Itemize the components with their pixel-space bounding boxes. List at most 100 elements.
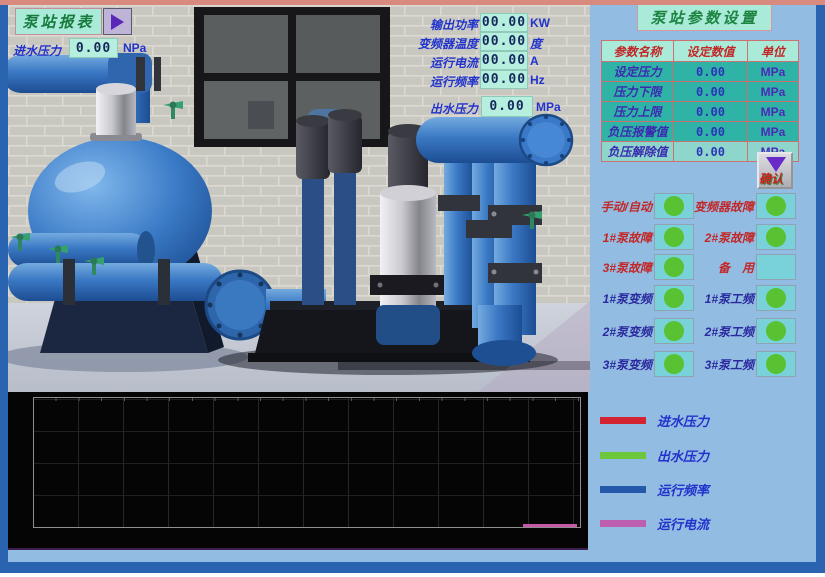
frame-top bbox=[0, 0, 825, 5]
run-frequency-label: 运行频率 bbox=[408, 73, 478, 90]
table-row: 负压报警值 0.00 MPa bbox=[602, 122, 799, 142]
pump1-mains-lamp bbox=[756, 285, 796, 311]
lamp-green bbox=[664, 321, 684, 341]
legend-label-outlet: 出水压力 bbox=[657, 446, 709, 465]
frame-bottom bbox=[0, 562, 825, 573]
table-row: 设定压力 0.00 MPa bbox=[602, 62, 799, 82]
pump2-mains-lamp bbox=[756, 318, 796, 344]
param-unit: MPa bbox=[748, 82, 799, 102]
inverter-temp-label: 变频器温度 bbox=[408, 35, 478, 52]
lamp-green bbox=[766, 288, 786, 308]
param-unit: MPa bbox=[748, 122, 799, 142]
param-value[interactable]: 0.00 bbox=[674, 122, 748, 142]
param-value[interactable]: 0.00 bbox=[674, 142, 748, 162]
param-name: 负压报警值 bbox=[602, 122, 674, 142]
pump1-fault-label: 1#泵故障 bbox=[590, 229, 652, 246]
run-frequency-unit: Hz bbox=[530, 73, 545, 87]
hmi-screen: 泵站报表 进水压力 0.00 NPa 输出功率 00.00 KW 变频器温度 0… bbox=[0, 0, 825, 577]
trend-plot-area bbox=[33, 397, 581, 528]
spare-lamp-empty bbox=[756, 254, 796, 280]
inlet-pressure-unit: NPa bbox=[123, 41, 146, 55]
pump1-vfd-lamp bbox=[654, 285, 694, 311]
legend-label-current: 运行电流 bbox=[657, 514, 709, 533]
inlet-pressure-label: 进水压力 bbox=[13, 42, 61, 59]
manual-auto-label: 手动/自动 bbox=[590, 198, 652, 215]
output-power-value: 00.00 bbox=[480, 13, 528, 32]
run-current-unit: A bbox=[530, 54, 539, 68]
lamp-green bbox=[664, 354, 684, 374]
lamp-green bbox=[766, 321, 786, 341]
param-name: 压力下限 bbox=[602, 82, 674, 102]
inverter-fault-lamp bbox=[756, 193, 796, 219]
pump3-fault-lamp bbox=[654, 254, 694, 280]
outlet-pressure-label: 出水压力 bbox=[424, 100, 478, 117]
legend-swatch-current bbox=[600, 520, 646, 527]
confirm-label: 确认 bbox=[759, 170, 783, 187]
lamp-green bbox=[664, 227, 684, 247]
legend-swatch-frequency bbox=[600, 486, 646, 493]
settings-table: 参数名称 设定数值 单位 设定压力 0.00 MPa 压力下限 0.00 MPa… bbox=[601, 40, 799, 162]
lamp-green bbox=[664, 196, 684, 216]
outlet-pressure-unit: MPa bbox=[536, 100, 561, 114]
frame-left bbox=[0, 5, 8, 565]
inverter-fault-label: 变频器故障 bbox=[692, 198, 754, 215]
lamp-green bbox=[766, 196, 786, 216]
param-unit: MPa bbox=[748, 62, 799, 82]
param-value[interactable]: 0.00 bbox=[674, 102, 748, 122]
lamp-green bbox=[766, 227, 786, 247]
output-power-label: 输出功率 bbox=[408, 16, 478, 33]
col-set-value: 设定数值 bbox=[674, 41, 748, 62]
table-row: 压力下限 0.00 MPa bbox=[602, 82, 799, 102]
pump2-mains-label: 2#泵工频 bbox=[692, 323, 754, 340]
param-unit: MPa bbox=[748, 102, 799, 122]
pump1-mains-label: 1#泵工频 bbox=[692, 290, 754, 307]
pump3-mains-label: 3#泵工频 bbox=[692, 356, 754, 373]
report-button[interactable]: 泵站报表 bbox=[15, 8, 102, 35]
pump3-vfd-label: 3#泵变频 bbox=[590, 356, 652, 373]
spare-label: 备 用 bbox=[692, 259, 754, 276]
plot-top-ticks bbox=[34, 398, 580, 401]
inverter-temp-value: 00.00 bbox=[480, 32, 528, 51]
param-name: 负压解除值 bbox=[602, 142, 674, 162]
pump2-vfd-lamp bbox=[654, 318, 694, 344]
run-current-trace bbox=[523, 524, 577, 527]
pump1-vfd-label: 1#泵变频 bbox=[590, 290, 652, 307]
legend-swatch-outlet bbox=[600, 452, 646, 459]
legend-label-frequency: 运行频率 bbox=[657, 480, 709, 499]
param-value[interactable]: 0.00 bbox=[674, 62, 748, 82]
pump2-vfd-label: 2#泵变频 bbox=[590, 323, 652, 340]
pump3-vfd-lamp bbox=[654, 351, 694, 377]
lamp-green bbox=[664, 257, 684, 277]
legend-label-inlet: 进水压力 bbox=[657, 411, 709, 430]
run-current-value: 00.00 bbox=[480, 51, 528, 70]
legend-swatch-inlet bbox=[600, 417, 646, 424]
pump2-fault-lamp bbox=[756, 224, 796, 250]
lamp-green bbox=[766, 354, 786, 374]
table-row: 压力上限 0.00 MPa bbox=[602, 102, 799, 122]
settings-panel-title: 泵站参数设置 bbox=[637, 4, 772, 31]
col-param-name: 参数名称 bbox=[602, 41, 674, 62]
run-current-label: 运行电流 bbox=[408, 54, 478, 71]
param-name: 设定压力 bbox=[602, 62, 674, 82]
lamp-green bbox=[664, 288, 684, 308]
manual-auto-lamp bbox=[654, 193, 694, 219]
trend-chart bbox=[8, 392, 588, 550]
report-play-button[interactable] bbox=[103, 8, 132, 35]
outlet-pressure-value: 0.00 bbox=[481, 96, 533, 117]
pump3-mains-lamp bbox=[756, 351, 796, 377]
col-unit: 单位 bbox=[748, 41, 799, 62]
pump1-fault-lamp bbox=[654, 224, 694, 250]
frame-right bbox=[816, 5, 825, 565]
output-power-unit: KW bbox=[530, 16, 550, 30]
pump2-fault-label: 2#泵故障 bbox=[692, 229, 754, 246]
confirm-button[interactable]: 确认 bbox=[757, 152, 793, 189]
inverter-temp-unit: 度 bbox=[530, 35, 542, 52]
chrome-pump-column bbox=[370, 185, 446, 345]
settings-table-header: 参数名称 设定数值 单位 bbox=[602, 41, 799, 62]
play-triangle-icon bbox=[111, 14, 124, 30]
param-name: 压力上限 bbox=[602, 102, 674, 122]
param-value[interactable]: 0.00 bbox=[674, 82, 748, 102]
inlet-pressure-value: 0.00 bbox=[69, 38, 118, 58]
run-frequency-value: 00.00 bbox=[480, 70, 528, 89]
pump3-fault-label: 3#泵故障 bbox=[590, 259, 652, 276]
